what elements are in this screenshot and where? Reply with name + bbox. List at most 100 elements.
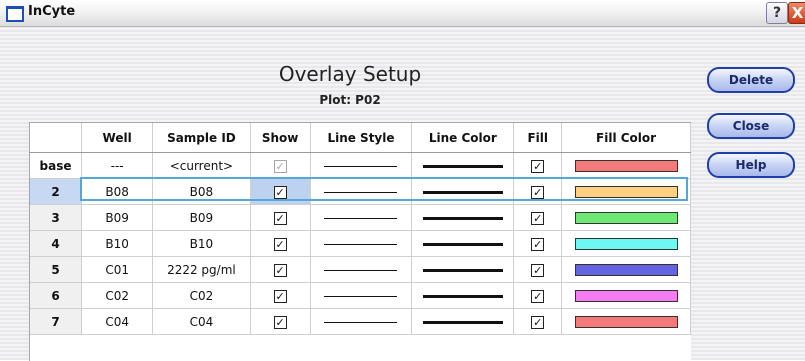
fill-checkbox[interactable]: ✓ — [531, 263, 545, 277]
row-header[interactable]: 2 — [30, 178, 83, 205]
row-header[interactable]: 7 — [30, 308, 83, 335]
fill-cell[interactable]: ✓ — [513, 282, 563, 309]
plot-label: Plot: P02 — [319, 93, 381, 107]
fill-color-cell[interactable] — [561, 152, 691, 179]
show-checkbox[interactable]: ✓ — [273, 263, 287, 277]
row-header[interactable]: 4 — [30, 230, 83, 257]
line-color-cell[interactable] — [411, 282, 515, 309]
fill-cell[interactable]: ✓ — [513, 230, 563, 257]
show-checkbox[interactable]: ✓ — [273, 315, 287, 329]
line-color-cell[interactable] — [411, 230, 515, 257]
sample-id-cell[interactable]: B09 — [152, 204, 251, 231]
table-row[interactable]: 4 B10 B10 ✓ ✓ — [30, 230, 691, 257]
column-header-fill-color[interactable]: Fill Color — [561, 123, 691, 153]
line-color-cell[interactable] — [411, 308, 515, 335]
line-style-sample — [324, 269, 398, 271]
fill-cell[interactable]: ✓ — [513, 152, 563, 179]
fill-color-swatch — [574, 238, 678, 250]
row-header[interactable]: 6 — [30, 282, 83, 309]
show-cell[interactable]: ✓ — [250, 178, 311, 205]
fill-checkbox[interactable]: ✓ — [531, 185, 545, 199]
sample-id-cell[interactable]: C02 — [152, 282, 251, 309]
show-cell[interactable]: ✓ — [250, 308, 311, 335]
sample-id-cell[interactable]: B08 — [152, 178, 251, 205]
table-row[interactable]: 3 B09 B09 ✓ ✓ — [30, 204, 691, 231]
table-row[interactable]: base --- <current> ✓ ✓ — [30, 152, 691, 179]
line-style-cell[interactable] — [310, 152, 413, 179]
well-cell[interactable]: B08 — [81, 178, 154, 205]
show-cell[interactable]: ✓ — [250, 256, 311, 283]
column-header-sample-id[interactable]: Sample ID — [152, 123, 251, 153]
column-header-line-color[interactable]: Line Color — [411, 123, 515, 153]
show-checkbox[interactable]: ✓ — [273, 211, 287, 225]
fill-cell[interactable]: ✓ — [513, 256, 563, 283]
sample-id-cell[interactable]: <current> — [152, 152, 251, 179]
fill-color-cell[interactable] — [561, 230, 691, 257]
line-style-cell[interactable] — [310, 178, 413, 205]
column-header-line-style[interactable]: Line Style — [310, 123, 413, 153]
line-color-sample — [422, 190, 503, 194]
table-row[interactable]: 2 B08 B08 ✓ ✓ — [30, 178, 691, 205]
table-row[interactable]: 5 C01 2222 pg/ml ✓ ✓ — [30, 256, 691, 283]
show-cell[interactable]: ✓ — [250, 152, 311, 179]
line-color-cell[interactable] — [411, 178, 515, 205]
show-checkbox[interactable]: ✓ — [273, 237, 287, 251]
line-color-sample — [422, 242, 503, 246]
fill-checkbox[interactable]: ✓ — [531, 289, 545, 303]
row-header[interactable]: base — [30, 152, 83, 179]
fill-color-cell[interactable] — [561, 178, 691, 205]
line-color-cell[interactable] — [411, 204, 515, 231]
titlebar-help-button[interactable]: ? — [766, 2, 788, 24]
line-color-cell[interactable] — [411, 152, 515, 179]
fill-color-swatch — [574, 264, 678, 276]
line-color-cell[interactable] — [411, 256, 515, 283]
row-header[interactable]: 5 — [30, 256, 83, 283]
well-cell[interactable]: C04 — [81, 308, 154, 335]
sample-id-cell[interactable]: 2222 pg/ml — [152, 256, 251, 283]
column-header-show[interactable]: Show — [250, 123, 311, 153]
fill-color-cell[interactable] — [561, 256, 691, 283]
well-cell[interactable]: C01 — [81, 256, 154, 283]
show-cell[interactable]: ✓ — [250, 204, 311, 231]
fill-cell[interactable]: ✓ — [513, 308, 563, 335]
fill-checkbox[interactable]: ✓ — [531, 159, 545, 173]
line-style-cell[interactable] — [310, 256, 413, 283]
titlebar-close-button[interactable]: X — [788, 2, 805, 24]
show-checkbox[interactable]: ✓ — [273, 185, 287, 199]
column-header-fill[interactable]: Fill — [513, 123, 563, 153]
page-title: Overlay Setup — [278, 62, 422, 86]
sample-id-cell[interactable]: C04 — [152, 308, 251, 335]
title-bar[interactable]: InCyte ? X — [0, 0, 805, 27]
column-header-well[interactable]: Well — [81, 123, 154, 153]
row-header[interactable]: 3 — [30, 204, 83, 231]
help-button[interactable]: Help — [707, 152, 795, 178]
line-style-cell[interactable] — [310, 230, 413, 257]
well-cell[interactable]: C02 — [81, 282, 154, 309]
fill-cell[interactable]: ✓ — [513, 178, 563, 205]
line-style-sample — [324, 243, 398, 245]
fill-cell[interactable]: ✓ — [513, 204, 563, 231]
line-style-sample — [324, 217, 398, 219]
table-row[interactable]: 6 C02 C02 ✓ ✓ — [30, 282, 691, 309]
fill-color-cell[interactable] — [561, 204, 691, 231]
delete-button[interactable]: Delete — [707, 67, 795, 93]
fill-checkbox[interactable]: ✓ — [531, 315, 545, 329]
line-style-cell[interactable] — [310, 282, 413, 309]
fill-checkbox[interactable]: ✓ — [531, 211, 545, 225]
well-cell[interactable]: B09 — [81, 204, 154, 231]
sample-id-cell[interactable]: B10 — [152, 230, 251, 257]
fill-color-cell[interactable] — [561, 282, 691, 309]
line-style-cell[interactable] — [310, 204, 413, 231]
show-cell[interactable]: ✓ — [250, 282, 311, 309]
show-checkbox[interactable]: ✓ — [273, 289, 287, 303]
table-row[interactable]: 7 C04 C04 ✓ ✓ — [30, 308, 691, 335]
fill-color-swatch — [574, 160, 678, 172]
fill-color-cell[interactable] — [561, 308, 691, 335]
well-cell[interactable]: --- — [81, 152, 154, 179]
line-style-cell[interactable] — [310, 308, 413, 335]
fill-checkbox[interactable]: ✓ — [531, 237, 545, 251]
well-cell[interactable]: B10 — [81, 230, 154, 257]
close-button[interactable]: Close — [707, 113, 795, 139]
overlay-grid: Well Sample ID Show Line Style Line Colo… — [29, 122, 691, 361]
show-cell[interactable]: ✓ — [250, 230, 311, 257]
